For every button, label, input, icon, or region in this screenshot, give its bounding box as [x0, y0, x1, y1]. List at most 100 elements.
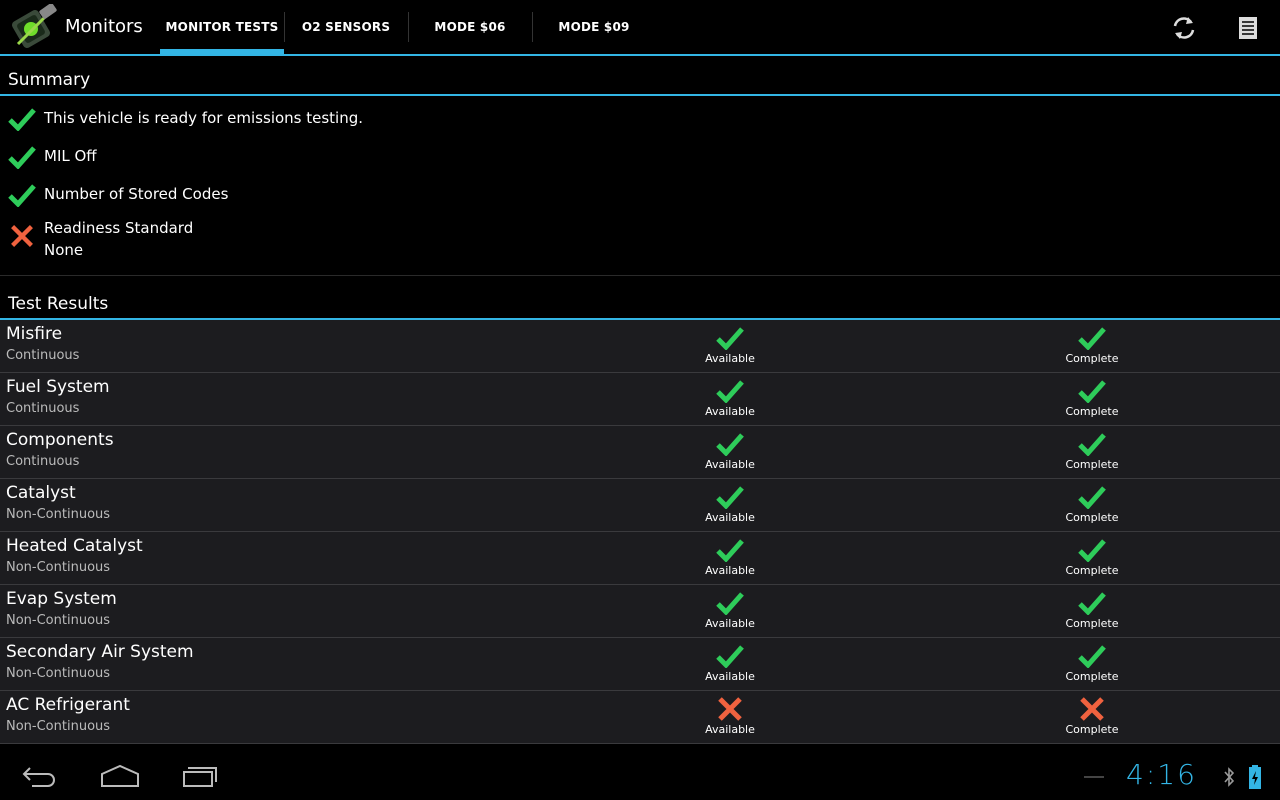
refresh-icon[interactable]: [1170, 14, 1198, 42]
complete-label: Complete: [1065, 564, 1119, 577]
table-row[interactable]: Heated Catalyst Non-Continuous Available Co…: [0, 532, 1280, 585]
tab-monitor-tests[interactable]: MONITOR TESTS: [160, 0, 284, 54]
summary-subtext: None: [44, 241, 84, 259]
check-icon: [716, 486, 744, 509]
action-bar: Monitors MONITOR TESTS O2 SENSORS MODE $…: [0, 0, 1280, 56]
app-logo-icon[interactable]: [10, 4, 60, 52]
document-icon[interactable]: [1234, 14, 1262, 42]
app-title[interactable]: Monitors: [65, 16, 143, 37]
results-header: Test Results: [0, 276, 1280, 320]
monitor-type: Continuous: [6, 348, 80, 363]
table-row[interactable]: Catalyst Non-Continuous Available Complete: [0, 479, 1280, 532]
summary-list: This vehicle is ready for emissions test…: [0, 96, 1280, 276]
check-icon: [8, 184, 36, 207]
back-icon[interactable]: [18, 760, 62, 790]
complete-label: Complete: [1065, 458, 1119, 471]
check-icon: [1078, 486, 1106, 509]
cross-icon: [11, 225, 33, 247]
complete-cell: Complete: [1042, 432, 1142, 478]
results-list: Misfire Continuous Available Complete Fuel S…: [0, 320, 1280, 744]
recent-apps-icon[interactable]: [178, 760, 222, 790]
table-row[interactable]: Components Continuous Available Complete: [0, 426, 1280, 479]
table-row[interactable]: Misfire Continuous Available Complete: [0, 320, 1280, 373]
complete-cell: Complete: [1042, 591, 1142, 637]
summary-title: Summary: [8, 70, 91, 90]
complete-label: Complete: [1065, 723, 1119, 736]
available-cell: Available: [680, 432, 780, 478]
table-row[interactable]: Fuel System Continuous Available Complete: [0, 373, 1280, 426]
check-icon: [716, 433, 744, 456]
monitor-name: Fuel System: [6, 377, 110, 397]
tab-label: MODE $06: [434, 20, 506, 34]
summary-text: Number of Stored Codes: [44, 185, 229, 203]
available-cell: Available: [680, 379, 780, 425]
check-icon: [716, 645, 744, 668]
available-label: Available: [705, 511, 755, 524]
monitor-name: Components: [6, 430, 114, 450]
tab-label: MODE $09: [558, 20, 630, 34]
check-icon: [1078, 592, 1106, 615]
summary-header: Summary: [0, 56, 1280, 96]
tab-mode-06[interactable]: MODE $06: [408, 0, 532, 54]
monitor-name: Heated Catalyst: [6, 536, 143, 556]
available-cell: Available: [680, 591, 780, 637]
monitor-type: Non-Continuous: [6, 560, 111, 575]
table-row[interactable]: AC Refrigerant Non-Continuous Available Com…: [0, 691, 1280, 744]
complete-cell: Complete: [1042, 379, 1142, 425]
available-cell: Available: [680, 538, 780, 584]
complete-label: Complete: [1065, 617, 1119, 630]
system-nav-bar: 4:16: [0, 750, 1280, 800]
tab-label: O2 SENSORS: [301, 20, 391, 34]
complete-cell: Complete: [1042, 644, 1142, 690]
monitor-type: Continuous: [6, 454, 80, 469]
summary-text: Readiness Standard: [44, 219, 194, 237]
tab-o2-sensors[interactable]: O2 SENSORS: [284, 0, 408, 54]
check-icon: [1078, 539, 1106, 562]
tab-mode-09[interactable]: MODE $09: [532, 0, 656, 54]
monitor-type: Non-Continuous: [6, 666, 111, 681]
available-cell: Available: [680, 644, 780, 690]
battery-icon: [1249, 765, 1261, 789]
monitor-type: Non-Continuous: [6, 507, 111, 522]
table-row[interactable]: Evap System Non-Continuous Available Comple…: [0, 585, 1280, 638]
check-icon: [8, 146, 36, 169]
bluetooth-icon: [1224, 767, 1235, 787]
clock[interactable]: 4:16: [1126, 758, 1197, 791]
cross-icon: [718, 697, 742, 721]
status-dash: [1084, 776, 1104, 778]
check-icon: [716, 327, 744, 350]
cross-icon: [1080, 697, 1104, 721]
available-label: Available: [705, 458, 755, 471]
complete-cell: Complete: [1042, 326, 1142, 372]
complete-label: Complete: [1065, 405, 1119, 418]
home-icon[interactable]: [98, 760, 142, 790]
check-icon: [716, 380, 744, 403]
monitor-name: Misfire: [6, 324, 63, 344]
available-label: Available: [705, 405, 755, 418]
monitor-name: AC Refrigerant: [6, 695, 130, 715]
summary-text: MIL Off: [44, 147, 97, 165]
monitor-name: Secondary Air System: [6, 642, 194, 662]
available-label: Available: [705, 670, 755, 683]
monitor-type: Non-Continuous: [6, 719, 111, 734]
check-icon: [8, 108, 36, 131]
table-row[interactable]: Secondary Air System Non-Continuous Availa…: [0, 638, 1280, 691]
tab-label: MONITOR TESTS: [165, 20, 279, 34]
check-icon: [716, 592, 744, 615]
complete-cell: Complete: [1042, 697, 1142, 743]
check-icon: [1078, 645, 1106, 668]
summary-item: MIL Off: [0, 142, 1280, 172]
check-icon: [1078, 327, 1106, 350]
complete-label: Complete: [1065, 511, 1119, 524]
results-title: Test Results: [8, 294, 109, 314]
complete-cell: Complete: [1042, 485, 1142, 531]
tab-bar: MONITOR TESTS O2 SENSORS MODE $06 MODE $…: [160, 0, 656, 54]
content-area[interactable]: Summary This vehicle is ready for emissi…: [0, 56, 1280, 750]
summary-item: Readiness Standard None: [0, 214, 1280, 259]
complete-label: Complete: [1065, 352, 1119, 365]
summary-item: Number of Stored Codes: [0, 180, 1280, 210]
monitor-name: Catalyst: [6, 483, 76, 503]
monitor-type: Non-Continuous: [6, 613, 111, 628]
available-cell: Available: [680, 326, 780, 372]
available-cell: Available: [680, 697, 780, 743]
